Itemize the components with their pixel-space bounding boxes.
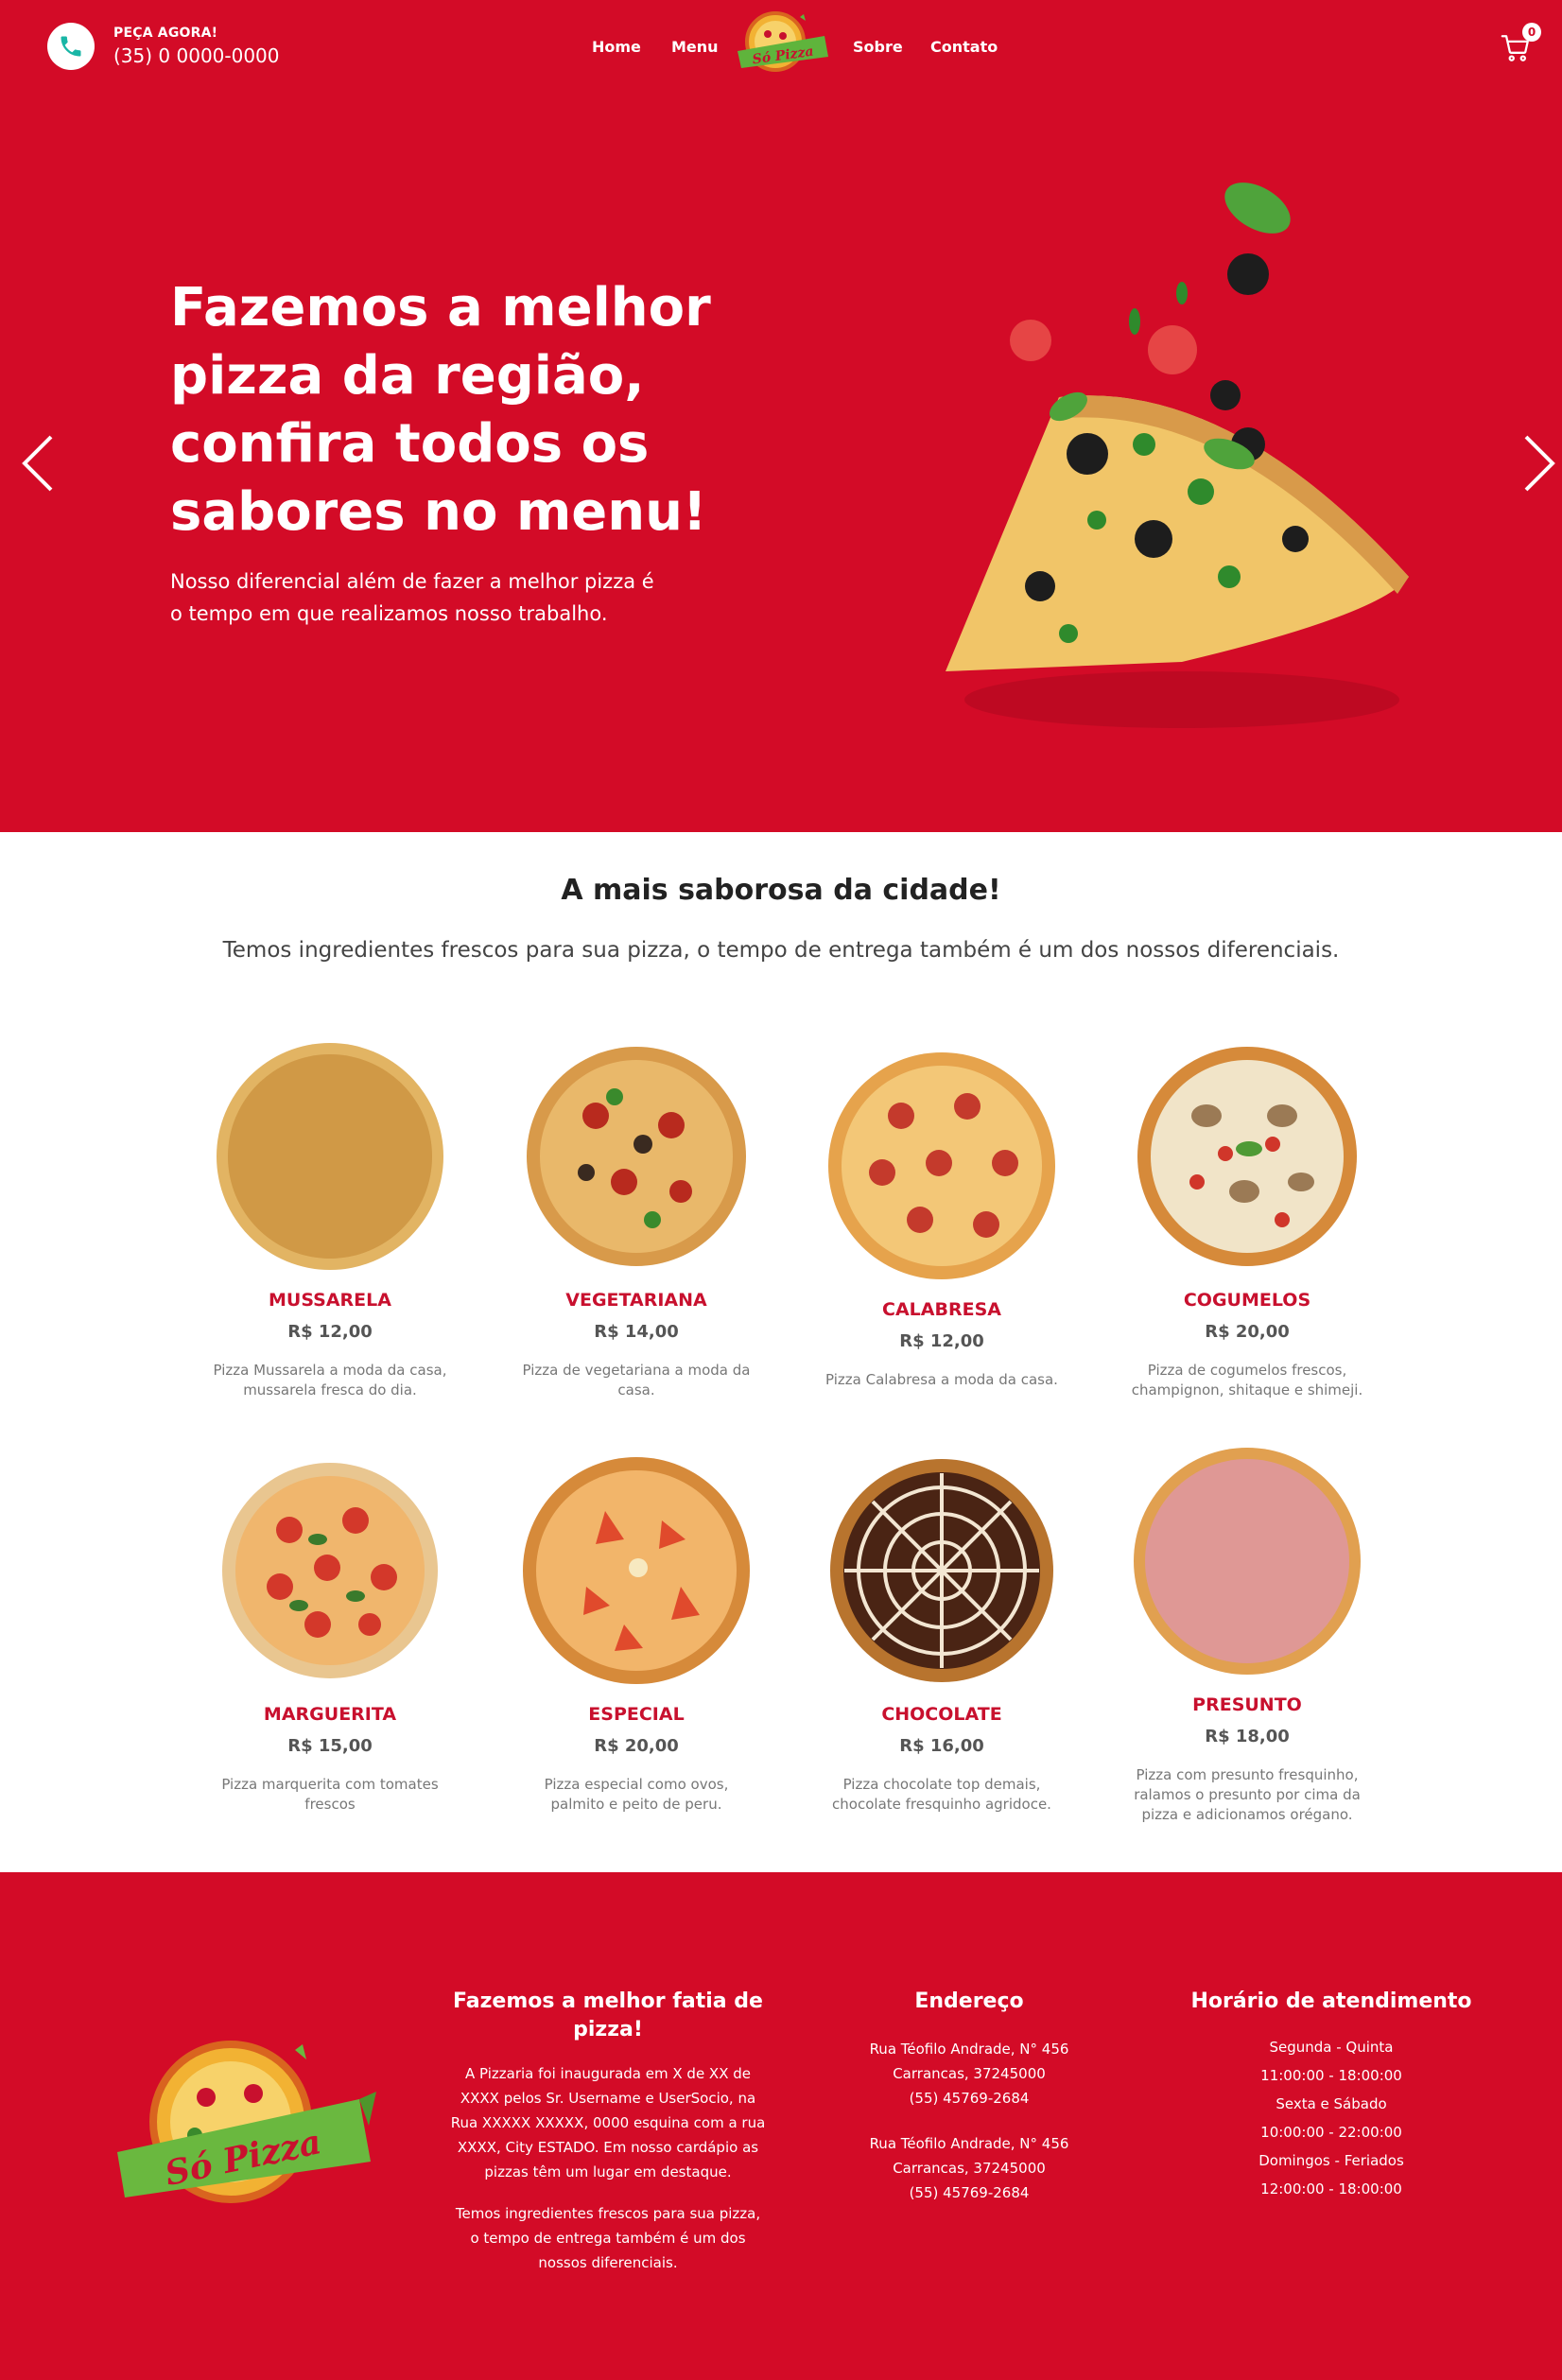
hero-pizza-slice-image <box>898 170 1428 747</box>
menu-section: A mais saborosa da cidade! Temos ingredi… <box>0 832 1562 1872</box>
menu-item-price: R$ 18,00 <box>1205 1727 1290 1746</box>
hero-banner: PEÇA AGORA! (35) 0 0000-0000 Home Menu S… <box>0 0 1562 832</box>
hours-line: Domingos - Feriados <box>1258 2152 1404 2169</box>
menu-card-especial[interactable]: ESPECIAL R$ 20,00 Pizza especial como ov… <box>499 1454 773 1815</box>
pizza-calabresa-image <box>828 1052 1055 1279</box>
footer: Só Pizza Fazemos a melhor fatia de pizza… <box>0 1872 1562 2380</box>
menu-item-price: R$ 14,00 <box>594 1322 679 1342</box>
footer-address-column: Endereço Rua Téofilo Andrade, N° 456 Car… <box>851 1988 1087 2205</box>
cart-button[interactable]: 0 <box>1500 23 1541 64</box>
menu-item-desc: Pizza de vegetariana a moda da casa. <box>522 1362 751 1398</box>
menu-card-chocolate[interactable]: CHOCOLATE R$ 16,00 Pizza chocolate top d… <box>805 1454 1079 1815</box>
menu-item-name: PRESUNTO <box>1192 1694 1302 1715</box>
pizza-marguerita-image <box>222 1463 438 1678</box>
menu-card-marguerita[interactable]: MARGUERITA R$ 15,00 Pizza marquerita com… <box>193 1454 467 1815</box>
footer-about-text-1: A Pizzaria foi inaugurada em X de XX de … <box>450 2065 766 2180</box>
carousel-next-arrow-icon[interactable] <box>1520 433 1558 494</box>
address-street: Rua Téofilo Andrade, N° 456 <box>869 2135 1069 2152</box>
menu-item-price: R$ 20,00 <box>1205 1322 1290 1342</box>
pizza-especial-image <box>523 1457 750 1684</box>
menu-item-name: CHOCOLATE <box>881 1704 1002 1725</box>
menu-item-desc: Pizza chocolate top demais, chocolate fr… <box>832 1776 1051 1813</box>
hours-list: Segunda - Quinta 11:00:00 - 18:00:00 Sex… <box>1189 2033 1473 2203</box>
footer-hours-title: Horário de atendimento <box>1190 1989 1472 2013</box>
address-street: Rua Téofilo Andrade, N° 456 <box>869 2041 1069 2058</box>
hours-line: 11:00:00 - 18:00:00 <box>1260 2067 1402 2084</box>
menu-card-vegetariana[interactable]: VEGETARIANA R$ 14,00 Pizza de vegetarian… <box>499 1040 773 1400</box>
menu-item-price: R$ 15,00 <box>287 1736 373 1756</box>
menu-item-name: ESPECIAL <box>588 1704 685 1725</box>
hero-subtitle: Nosso diferencial além de fazer a melhor… <box>170 570 654 625</box>
menu-item-desc: Pizza marquerita com tomates frescos <box>221 1776 439 1813</box>
footer-about-column: Fazemos a melhor fatia de pizza! A Pizza… <box>450 1988 766 2275</box>
menu-item-name: MARGUERITA <box>263 1704 397 1725</box>
menu-item-desc: Pizza Calabresa a moda da casa. <box>825 1371 1058 1388</box>
menu-item-desc: Pizza de cogumelos frescos, champignon, … <box>1131 1362 1363 1398</box>
main-nav: Home Menu Só Pizza Sobre Contato <box>0 0 1562 95</box>
carousel-prev-arrow-icon[interactable] <box>19 433 57 494</box>
footer-address-title: Endereço <box>914 1989 1024 2013</box>
hours-line: 12:00:00 - 18:00:00 <box>1260 2180 1402 2198</box>
hours-line: Sexta e Sábado <box>1276 2095 1387 2112</box>
address-city: Carrancas, 37245000 <box>893 2065 1046 2082</box>
pizza-chocolate-image <box>830 1459 1053 1682</box>
footer-about-title: Fazemos a melhor fatia de pizza! <box>453 1989 763 2041</box>
menu-section-title: A mais saborosa da cidade! <box>561 874 1001 907</box>
footer-hours-column: Horário de atendimento Segunda - Quinta … <box>1189 1988 1473 2203</box>
pizza-cogumelos-image <box>1137 1047 1357 1266</box>
menu-section-subtitle: Temos ingredientes frescos para sua pizz… <box>222 938 1340 963</box>
address-block: Rua Téofilo Andrade, N° 456 Carrancas, 3… <box>851 2131 1087 2205</box>
menu-item-name: MUSSARELA <box>269 1290 391 1311</box>
hours-line: 10:00:00 - 22:00:00 <box>1260 2124 1402 2141</box>
pizza-presunto-image <box>1134 1448 1361 1675</box>
menu-card-cogumelos[interactable]: COGUMELOS R$ 20,00 Pizza de cogumelos fr… <box>1110 1040 1384 1400</box>
pizza-mussarela-image <box>217 1043 443 1270</box>
cart-count-badge: 0 <box>1522 23 1541 42</box>
menu-item-price: R$ 12,00 <box>899 1331 984 1351</box>
menu-card-calabresa[interactable]: CALABRESA R$ 12,00 Pizza Calabresa a mod… <box>805 1050 1079 1390</box>
menu-card-presunto[interactable]: PRESUNTO R$ 18,00 Pizza com presunto fre… <box>1110 1445 1384 1825</box>
menu-item-price: R$ 12,00 <box>287 1322 373 1342</box>
menu-item-name: CALABRESA <box>882 1299 1001 1320</box>
menu-item-price: R$ 20,00 <box>594 1736 679 1756</box>
address-city: Carrancas, 37245000 <box>893 2160 1046 2177</box>
pizza-vegetariana-image <box>527 1047 746 1266</box>
footer-about-text-2: Temos ingredientes frescos para sua pizz… <box>455 2205 761 2271</box>
menu-item-desc: Pizza especial como ovos, palmito e peit… <box>544 1776 729 1813</box>
menu-item-desc: Pizza Mussarela a moda da casa, mussarel… <box>213 1362 447 1398</box>
hero-title: Fazemos a melhor pizza da região, confir… <box>170 277 711 543</box>
menu-item-name: COGUMELOS <box>1183 1290 1311 1311</box>
address-phone[interactable]: (55) 45769-2684 <box>851 2180 1087 2205</box>
menu-item-desc: Pizza com presunto fresquinho, ralamos o… <box>1134 1766 1361 1823</box>
nav-sobre[interactable]: Sobre <box>853 38 903 56</box>
nav-menu[interactable]: Menu <box>671 38 719 56</box>
menu-card-mussarela[interactable]: MUSSARELA R$ 12,00 Pizza Mussarela a mod… <box>193 1040 467 1400</box>
address-block: Rua Téofilo Andrade, N° 456 Carrancas, 3… <box>851 2037 1087 2111</box>
nav-home[interactable]: Home <box>592 38 641 56</box>
brand-logo[interactable]: Só Pizza <box>734 8 832 81</box>
footer-logo: Só Pizza <box>112 2031 376 2211</box>
address-phone[interactable]: (55) 45769-2684 <box>851 2086 1087 2111</box>
nav-contato[interactable]: Contato <box>930 38 998 56</box>
menu-item-name: VEGETARIANA <box>565 1290 707 1311</box>
menu-item-price: R$ 16,00 <box>899 1736 984 1756</box>
hours-line: Segunda - Quinta <box>1269 2039 1394 2056</box>
